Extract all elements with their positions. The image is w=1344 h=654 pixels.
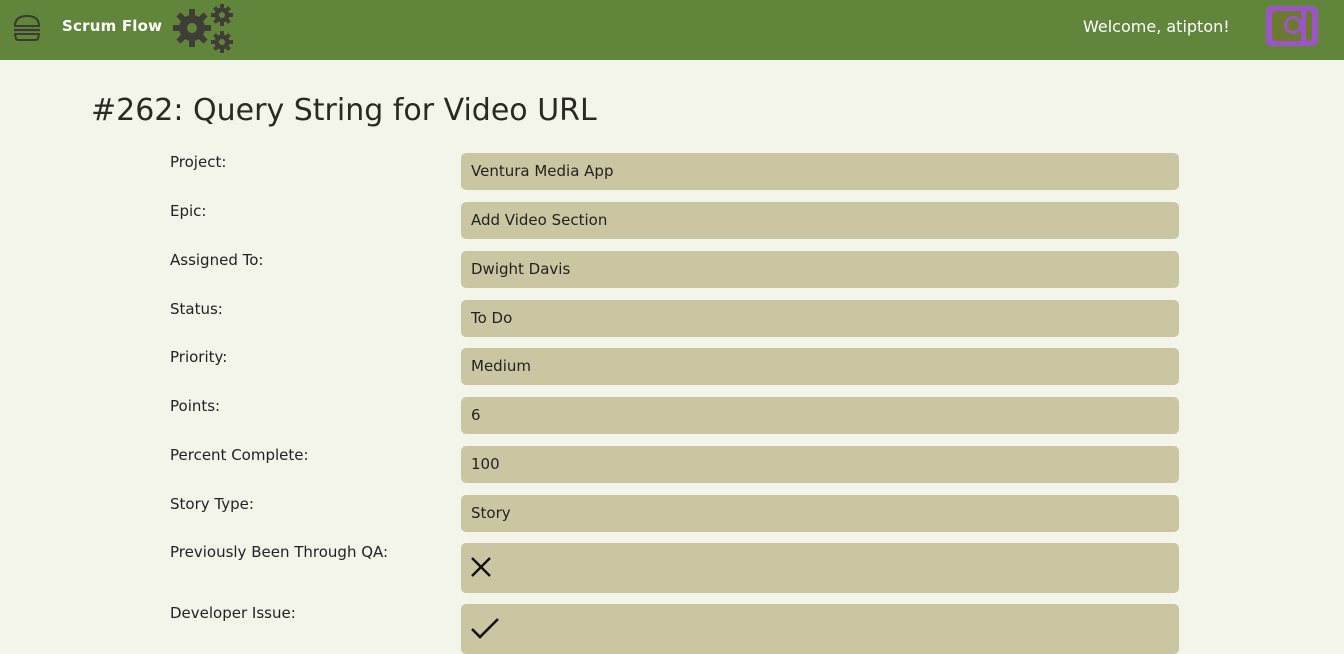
- field-label: Priority:: [170, 348, 228, 366]
- user-avatar[interactable]: [1266, 6, 1318, 46]
- percent-complete-field[interactable]: 100: [461, 446, 1179, 483]
- field-label: Epic:: [170, 202, 207, 220]
- previously-qa-field[interactable]: [461, 543, 1179, 593]
- story-type-field[interactable]: Story: [461, 495, 1179, 532]
- field-label: Percent Complete:: [170, 446, 309, 464]
- field-label: Points:: [170, 397, 221, 415]
- hamburger-icon[interactable]: [11, 13, 43, 43]
- field-label: Status:: [170, 300, 223, 318]
- points-field[interactable]: 6: [461, 397, 1179, 434]
- page-title: #262: Query String for Video URL: [91, 93, 597, 128]
- top-navbar: Scrum Flow Welcome, atipton!: [0, 0, 1344, 60]
- priority-field[interactable]: Medium: [461, 348, 1179, 385]
- welcome-text: Welcome, atipton!: [1083, 17, 1230, 36]
- field-label: Project:: [170, 153, 227, 171]
- field-label: Story Type:: [170, 495, 254, 513]
- developer-issue-field[interactable]: [461, 604, 1179, 654]
- status-field[interactable]: To Do: [461, 300, 1179, 337]
- field-label: Previously Been Through QA:: [170, 543, 389, 561]
- field-label: Assigned To:: [170, 251, 264, 269]
- field-label: Developer Issue:: [170, 604, 296, 622]
- epic-field[interactable]: Add Video Section: [461, 202, 1179, 239]
- project-field[interactable]: Ventura Media App: [461, 153, 1179, 190]
- check-icon: [471, 618, 499, 639]
- app-title[interactable]: Scrum Flow: [62, 17, 162, 35]
- gears-icon[interactable]: [170, 2, 236, 54]
- x-icon: [471, 557, 491, 577]
- assigned-to-field[interactable]: Dwight Davis: [461, 251, 1179, 288]
